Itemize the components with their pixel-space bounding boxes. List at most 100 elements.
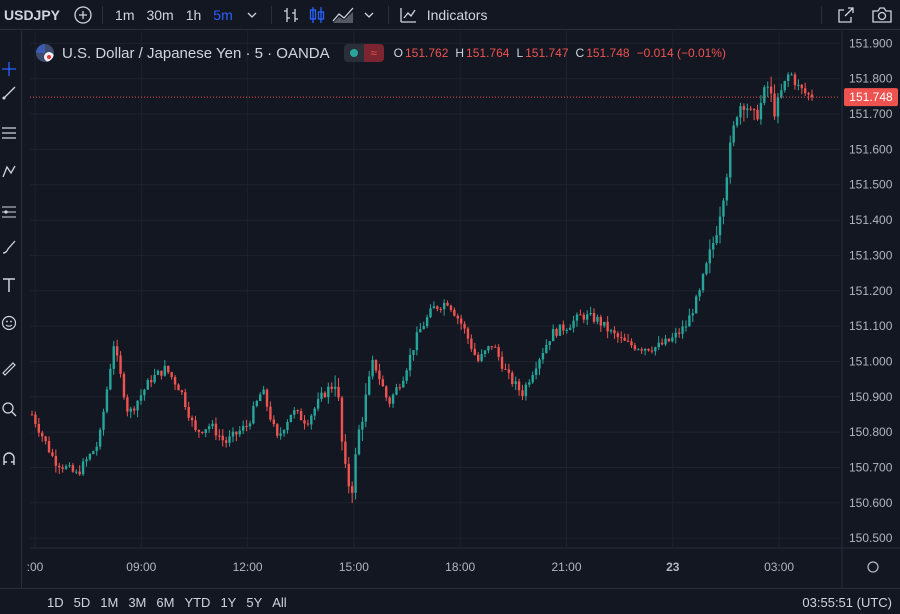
candle-body [122, 373, 126, 398]
candle-body [330, 386, 333, 389]
candle-body [538, 359, 541, 369]
range-ytd-button[interactable]: YTD [179, 595, 215, 610]
range-1m-button[interactable]: 1M [95, 595, 123, 610]
candles-chart-type-icon[interactable] [304, 0, 330, 30]
data-problem-wave-icon: ≈ [363, 44, 384, 62]
candle-body [705, 263, 708, 275]
range-all-button[interactable]: All [267, 595, 291, 610]
range-6m-button[interactable]: 6M [151, 595, 179, 610]
interval-1m-button[interactable]: 1m [109, 0, 140, 30]
candle-body [708, 249, 712, 264]
range-5d-button[interactable]: 5D [69, 595, 96, 610]
candle-body [626, 340, 630, 342]
candle-body [109, 368, 112, 390]
time-axis[interactable]: :00 09:00 12:00 15:00 18:00 21:00 23 03:00 [27, 560, 879, 574]
candle-body [340, 397, 344, 442]
candle-body [245, 425, 248, 427]
time-tick-label: 18:00 [445, 560, 475, 574]
low-label: L [516, 46, 524, 60]
toolbar-divider [821, 6, 822, 24]
candle-body [388, 397, 391, 404]
candle-body [575, 314, 579, 321]
candle-body [786, 74, 790, 81]
candle-body [139, 395, 143, 401]
chart-grid [30, 31, 900, 588]
candle-body [616, 333, 620, 338]
candle-body [459, 318, 463, 324]
candle-body [398, 387, 402, 389]
utc-clock[interactable]: 03:55:51 (UTC) [802, 589, 892, 614]
range-1y-button[interactable]: 1Y [215, 595, 241, 610]
candle-body [323, 392, 327, 398]
candle-body [303, 420, 306, 424]
candle-body [746, 108, 749, 110]
chart-type-dropdown-chevron-icon[interactable] [356, 0, 382, 30]
candle-body [235, 431, 238, 435]
indicators-button[interactable]: Indicators [421, 0, 494, 30]
candle-body [415, 332, 419, 351]
range-1d-button[interactable]: 1D [42, 595, 69, 610]
candle-body [684, 326, 688, 328]
candle-body [531, 375, 534, 383]
candle-body [677, 332, 681, 334]
toolbar-divider [270, 5, 272, 24]
top-toolbar: USDJPY 1m 30m 1h 5m Indicators [0, 0, 900, 30]
candle-body [381, 379, 385, 387]
camera-snapshot-icon[interactable] [864, 0, 900, 30]
bar-chart-type-icon[interactable] [278, 0, 304, 30]
candle-body [364, 394, 367, 422]
axis-settings-icon[interactable] [867, 561, 879, 573]
interval-5m-button[interactable]: 5m [207, 0, 238, 30]
candle-body [541, 353, 545, 360]
range-3m-button[interactable]: 3M [123, 595, 151, 610]
candle-body [357, 429, 361, 455]
candle-body [657, 342, 660, 348]
candle-body [500, 356, 504, 369]
candle-body [316, 398, 320, 409]
candle-body [61, 467, 64, 469]
indicators-icon[interactable] [395, 0, 421, 30]
area-chart-type-icon[interactable] [330, 0, 356, 30]
candle-body [347, 463, 350, 487]
candle-body [78, 471, 81, 475]
candle-body [279, 433, 282, 436]
close-value: 151.748 [586, 46, 630, 60]
price-axis[interactable]: 151.900 151.800 151.700 151.600 151.500 151.4… [849, 36, 893, 545]
candle-body [58, 465, 61, 468]
price-tick-label: 151.800 [849, 72, 893, 86]
candle-body [524, 384, 528, 397]
price-chart[interactable]: 151.748 151.900151.800151.700151.600151.… [0, 31, 900, 588]
candle-body [92, 451, 95, 455]
candle-body [691, 313, 694, 316]
candle-body [156, 370, 160, 375]
candle-body [167, 365, 170, 373]
candle-body [660, 342, 664, 345]
candle-body [296, 410, 299, 412]
symbol-search-button[interactable]: USDJPY [0, 7, 70, 23]
compare-add-icon[interactable] [70, 0, 96, 30]
range-5y-button[interactable]: 5Y [241, 595, 267, 610]
high-value: 151.764 [466, 46, 510, 60]
date-range-group: 1D 5D 1M 3M 6M YTD 1Y 5Y All [42, 589, 292, 614]
candle-body [194, 420, 197, 430]
candle-body [405, 370, 408, 381]
fullscreen-icon[interactable] [828, 0, 864, 30]
interval-dropdown-chevron-icon[interactable] [239, 0, 265, 30]
legend-title[interactable]: U.S. Dollar / Japanese Yen · 5 · OANDA [62, 45, 330, 62]
candle-body [30, 414, 34, 416]
candle-body [436, 306, 439, 309]
candle-body [487, 346, 490, 351]
candle-body [119, 355, 122, 374]
market-status-pill[interactable]: ≈ [343, 44, 384, 62]
candle-body [282, 430, 286, 434]
candle-body [790, 74, 793, 76]
candle-body [425, 317, 429, 327]
candle-body [85, 459, 88, 462]
interval-1h-button[interactable]: 1h [180, 0, 208, 30]
candle-body [694, 296, 698, 314]
interval-30m-button[interactable]: 30m [140, 0, 179, 30]
time-tick-label: 09:00 [126, 560, 156, 574]
candle-body [129, 408, 132, 412]
price-tick-label: 151.500 [849, 178, 893, 192]
candle-body [132, 408, 136, 411]
